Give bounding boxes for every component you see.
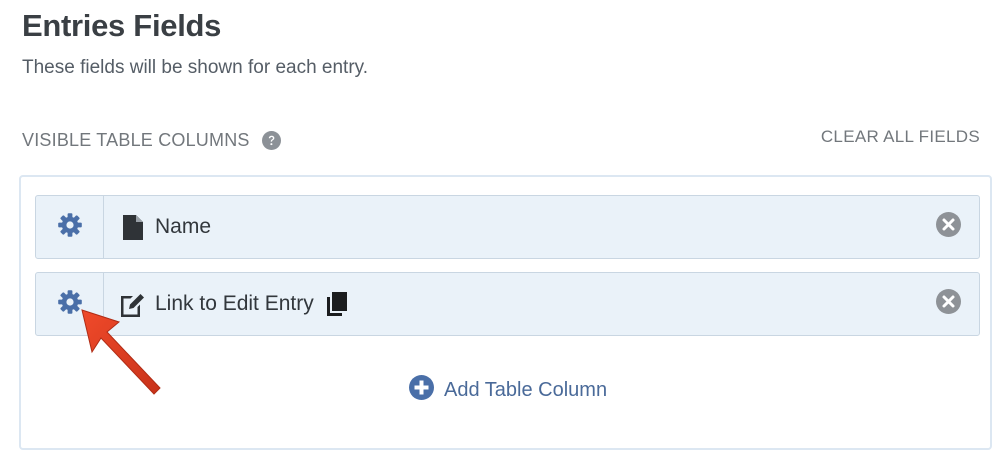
edit-icon — [121, 291, 145, 317]
visible-columns-heading: VISIBLE TABLE COLUMNS — [22, 130, 281, 151]
remove-icon — [935, 212, 961, 242]
gear-icon — [57, 212, 83, 243]
field-settings-button[interactable] — [36, 196, 104, 258]
field-settings-button[interactable] — [36, 273, 104, 335]
visible-columns-label: VISIBLE TABLE COLUMNS — [22, 130, 250, 150]
visible-columns-list: Name Link to Edit Entry Add Table Column — [19, 175, 992, 450]
field-row-link-to-edit-entry[interactable]: Link to Edit Entry — [35, 272, 980, 336]
clear-all-fields-link[interactable]: CLEAR ALL FIELDS — [821, 127, 980, 147]
field-label-area: Name — [104, 196, 917, 258]
document-icon — [121, 214, 145, 240]
gear-icon — [57, 289, 83, 320]
add-table-column-button[interactable]: Add Table Column — [409, 375, 607, 405]
remove-field-button[interactable] — [917, 273, 979, 335]
field-row-name[interactable]: Name — [35, 195, 980, 259]
field-label-area: Link to Edit Entry — [104, 273, 917, 335]
copy-icon — [326, 291, 348, 317]
remove-field-button[interactable] — [917, 196, 979, 258]
page-title: Entries Fields — [22, 8, 222, 43]
section-description: These fields will be shown for each entr… — [22, 57, 369, 78]
field-label-name: Name — [155, 215, 212, 238]
entries-fields-page: Entries Fields These fields will be show… — [0, 0, 1001, 468]
help-icon[interactable] — [261, 131, 281, 150]
plus-circle-icon — [409, 375, 434, 405]
field-label-link-to-edit-entry: Link to Edit Entry — [155, 292, 314, 315]
add-table-column-label: Add Table Column — [444, 378, 608, 401]
remove-icon — [935, 289, 961, 319]
